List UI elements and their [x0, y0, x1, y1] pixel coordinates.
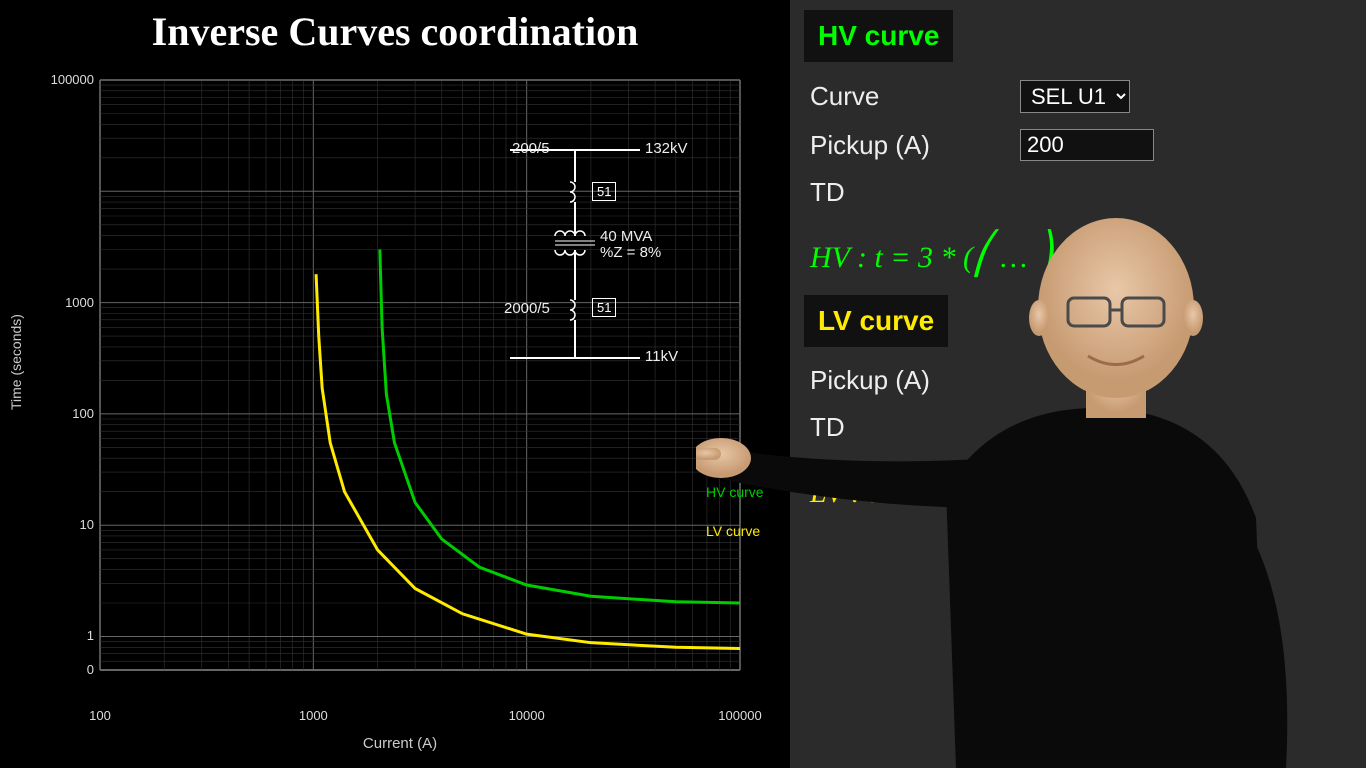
hv-curve-select[interactable]: SEL U1SEL U2SEL U3SEL U4SEL U5 [1020, 80, 1130, 113]
tx-z-label: %Z = 8% [600, 244, 661, 261]
page-title: Inverse Curves coordination [0, 8, 790, 55]
lv-pickup-field-label: Pickup (A) [810, 365, 1020, 396]
hv-curve-field-label: Curve [810, 81, 1020, 112]
lv-curve-label: LV curve [706, 523, 760, 539]
hv-td-field-label: TD [810, 177, 1020, 208]
hv-equation: HV : t = 3 * (⎛ … ⎞ ) sec [790, 216, 1366, 291]
chart-area: Time (seconds) Current (A) 0110100100010… [10, 60, 790, 760]
single-line-diagram: 132kV 200/5 51 40 MVA %Z = 8% 2000/5 51 … [480, 140, 710, 410]
relay-hv-box: 51 [592, 182, 616, 201]
lv-equation: LV : t = 1 * (⎛ … [790, 451, 1366, 526]
settings-panel: HV curve Curve SEL U1SEL U2SEL U3SEL U4S… [790, 0, 1366, 768]
bus-lv-label: 11kV [645, 348, 678, 365]
hv-pickup-input[interactable] [1020, 129, 1154, 161]
lv-td-field-label: TD [810, 412, 1020, 443]
lv-section-title: LV curve [804, 295, 948, 347]
hv-pickup-field-label: Pickup (A) [810, 130, 1020, 161]
bus-hv-label: 132kV [645, 140, 688, 157]
relay-lv-box: 51 [592, 298, 616, 317]
y-axis-label: Time (seconds) [8, 314, 24, 410]
ct-hv-label: 200/5 [512, 140, 550, 157]
tx-rating-label: 40 MVA [600, 228, 652, 245]
hv-curve-label: HV curve [706, 484, 764, 500]
hv-section-title: HV curve [804, 10, 953, 62]
x-axis-label: Current (A) [10, 735, 790, 752]
ct-lv-label: 2000/5 [504, 300, 550, 317]
